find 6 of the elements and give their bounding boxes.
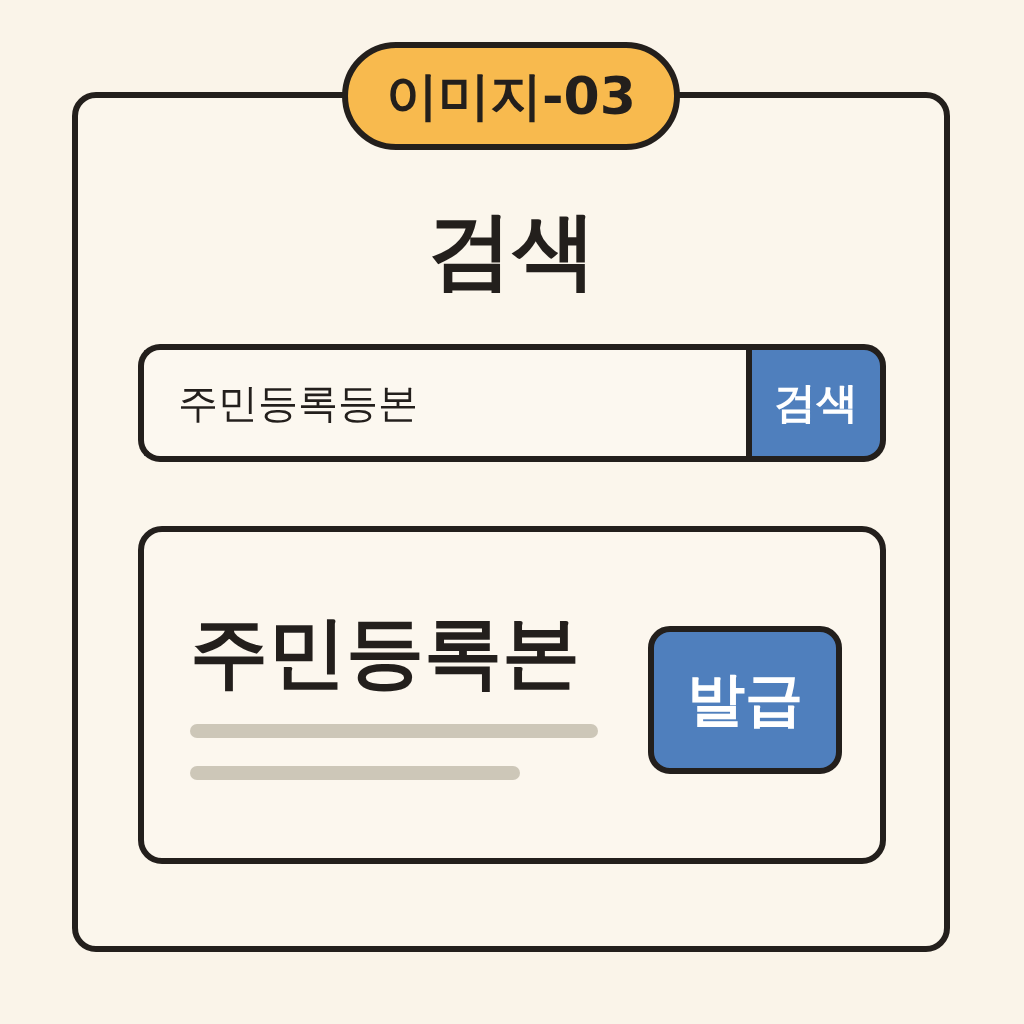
page-title: 검색 <box>428 200 596 300</box>
search-field[interactable]: 주민등록등본 <box>138 344 746 462</box>
result-title: 주민등록본 <box>190 606 581 699</box>
search-button[interactable]: 검색 <box>746 344 886 462</box>
issue-button[interactable]: 발급 <box>648 626 842 774</box>
title-badge: 이미지-03 <box>342 42 680 150</box>
